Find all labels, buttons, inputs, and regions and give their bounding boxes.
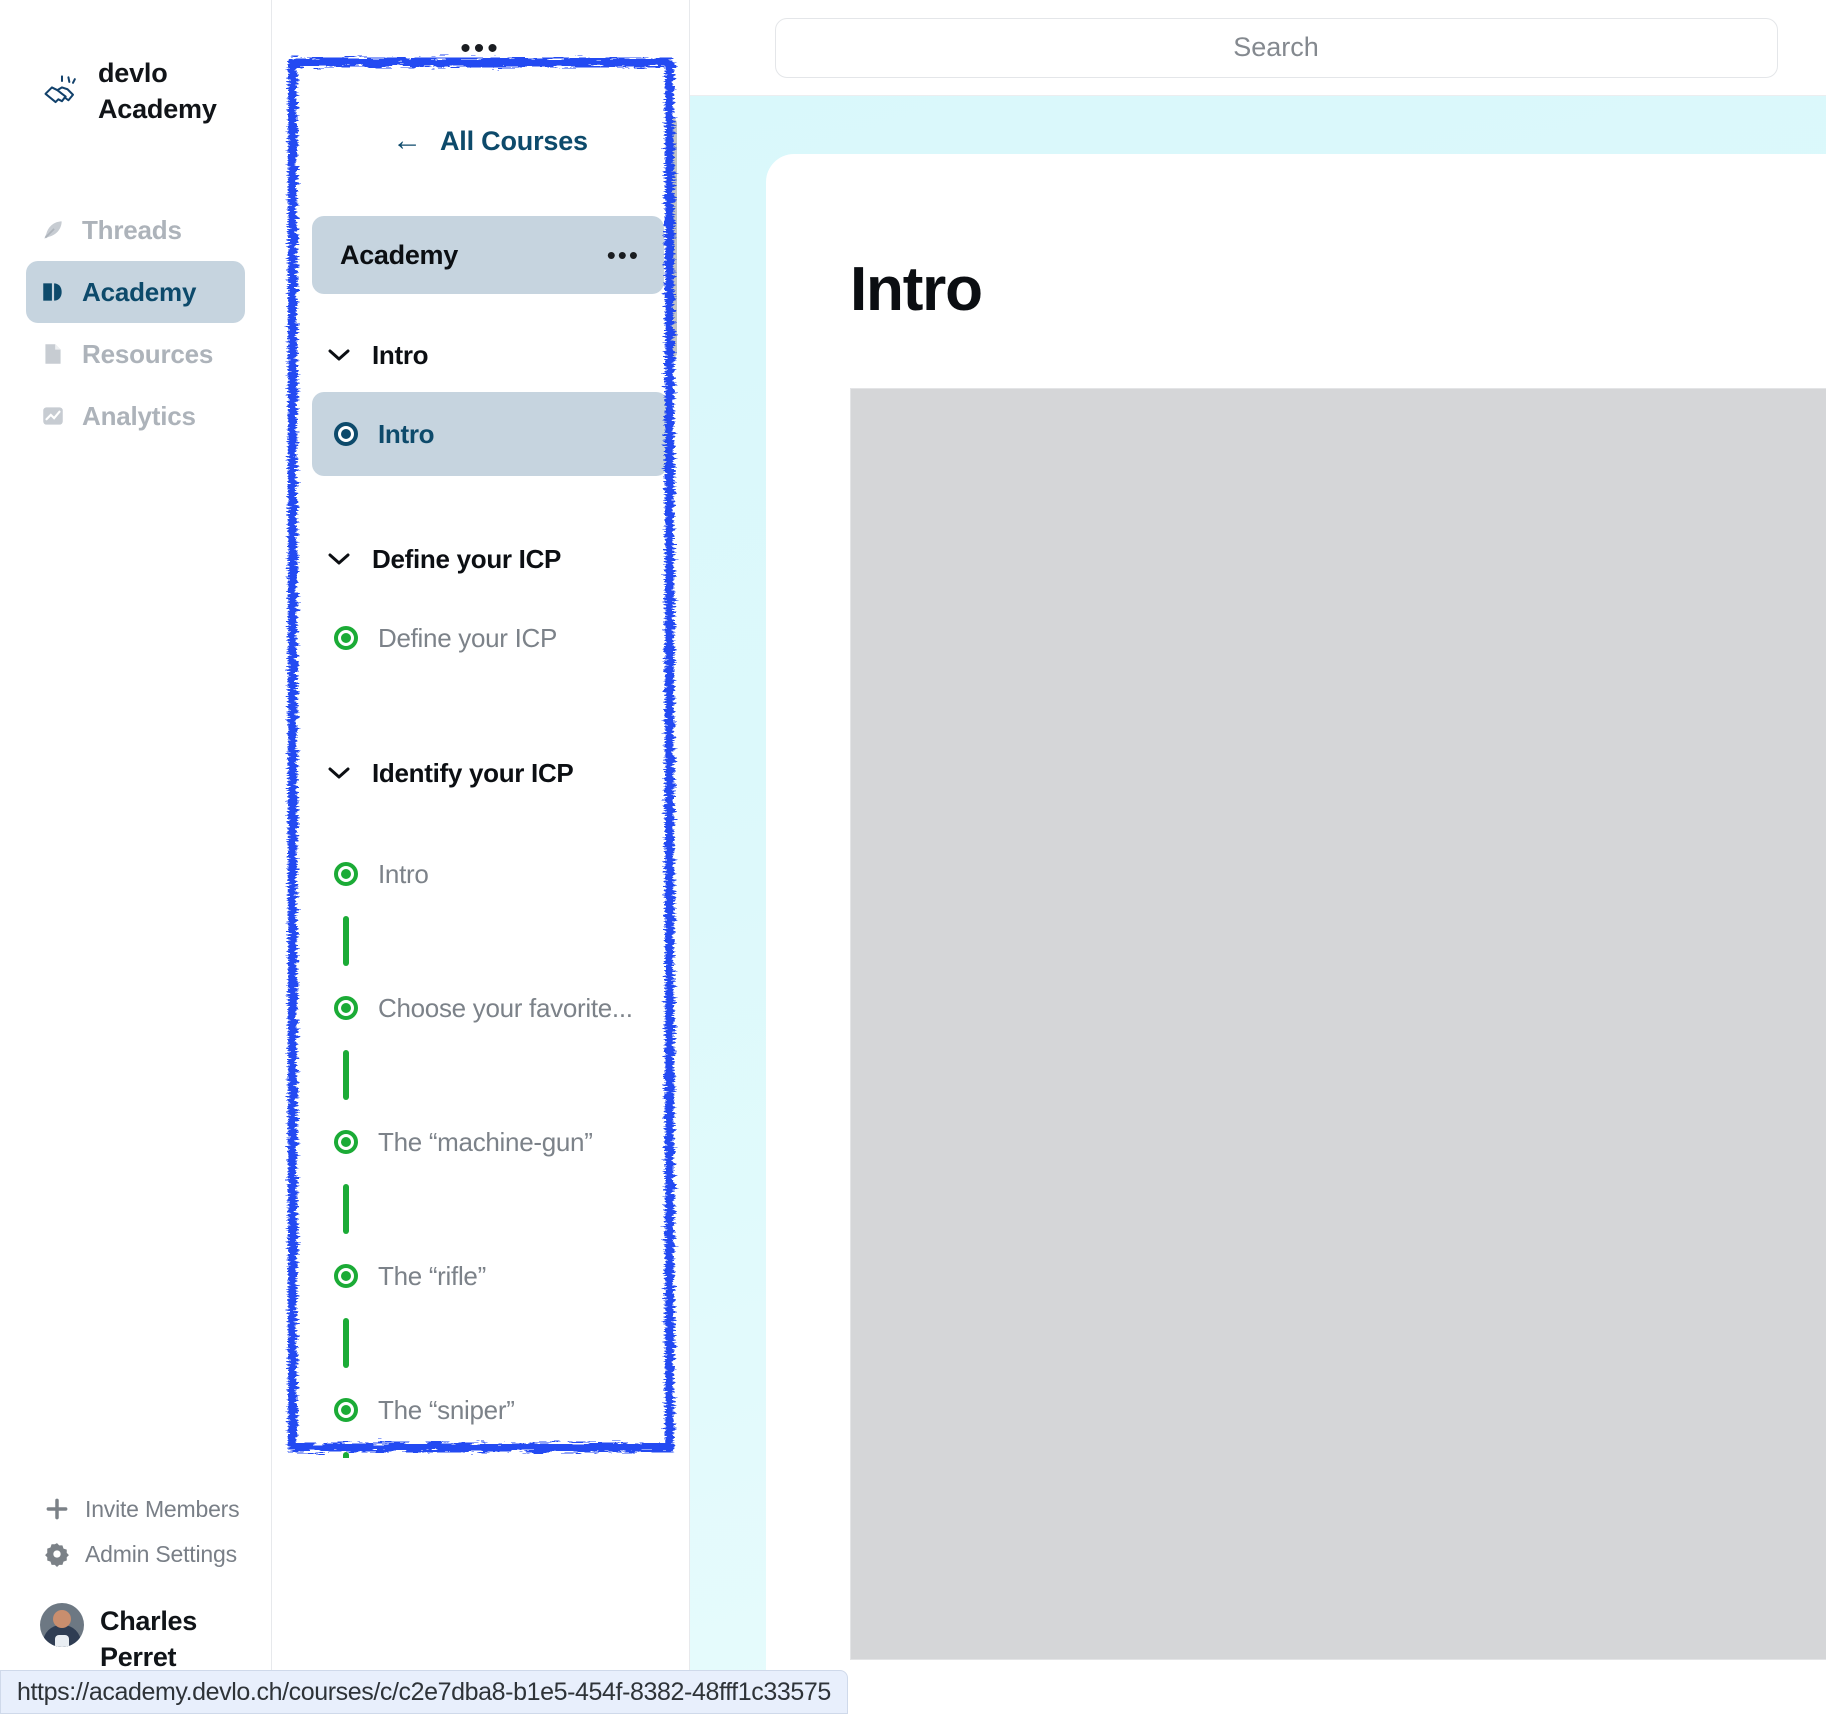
user-name: Charles Perret [100, 1605, 197, 1673]
module-header[interactable]: Intro [312, 318, 668, 392]
document-icon [45, 344, 61, 364]
invite-members-label: Invite Members [85, 1495, 240, 1522]
search-input[interactable]: Search [774, 17, 1778, 78]
lesson-label: Choose your favorite... [378, 992, 633, 1023]
brand-name: devlo Academy [98, 58, 217, 124]
user-profile[interactable]: Charles Perret [0, 1577, 270, 1676]
sidebar-item-label: Academy [82, 276, 197, 307]
sidebar-item-label: Resources [82, 338, 214, 369]
lesson-item[interactable]: Choose your favorite... [312, 966, 668, 1050]
course-navigation-panel: ••• ← All Courses Academy ••• Intro Intr… [272, 0, 690, 1714]
lesson-card: Intro [766, 154, 1826, 1714]
lesson-label: The “machine-gun” [378, 1126, 593, 1157]
feather-icon [44, 221, 62, 239]
sidebar-item-label: Threads [82, 214, 182, 245]
all-courses-link[interactable]: ← All Courses [312, 66, 668, 216]
chevron-down-icon [328, 349, 350, 361]
book-icon [43, 283, 62, 301]
sidebar-item-threads[interactable]: Threads [26, 199, 245, 261]
chart-image-icon [43, 407, 63, 425]
module-define-your-icp: Define your ICP Define your ICP [312, 522, 668, 680]
progress-connector [343, 916, 349, 966]
admin-settings-label: Admin Settings [85, 1540, 237, 1567]
lesson-item[interactable]: Define your ICP [312, 596, 668, 680]
chevron-down-icon [328, 767, 350, 779]
lesson-item[interactable]: The “sniper” [312, 1368, 668, 1452]
course-title-row[interactable]: Academy ••• [312, 216, 664, 294]
primary-sidebar: devlo Academy Threads Academy Resources … [0, 0, 272, 1714]
lesson-status-icon [334, 422, 358, 446]
page-title: Intro [850, 255, 983, 324]
module-identify-your-icp: Identify your ICP Intro Choose your favo… [312, 736, 668, 1458]
progress-connector [343, 1318, 349, 1368]
top-bar: Search [690, 0, 1826, 96]
module-title: Define your ICP [372, 543, 562, 574]
lesson-label: Intro [378, 418, 435, 449]
lesson-label: Intro [378, 858, 429, 889]
application-window: devlo Academy Threads Academy Resources … [0, 0, 1826, 1714]
module-header[interactable]: Identify your ICP [312, 736, 668, 810]
main-content: Search Intro [690, 0, 1826, 1714]
lesson-media-placeholder [850, 388, 1826, 1660]
lesson-label: The “rifle” [378, 1260, 486, 1291]
progress-connector [343, 1452, 349, 1458]
progress-connector [343, 1184, 349, 1234]
sidebar-item-academy[interactable]: Academy [26, 261, 245, 324]
arrow-left-icon: ← [392, 124, 422, 157]
lesson-status-icon [334, 1398, 358, 1422]
brand-logo[interactable]: devlo Academy [0, 0, 271, 127]
lesson-canvas: Intro [690, 96, 1826, 1714]
status-bar-url: https://academy.devlo.ch/courses/c/c2e7d… [0, 1670, 848, 1714]
module-intro: Intro Intro [312, 318, 668, 476]
sidebar-nav: Threads Academy Resources Analytics [0, 199, 271, 447]
sidebar-item-label: Analytics [82, 400, 196, 431]
all-courses-label: All Courses [439, 125, 588, 156]
lesson-label: Define your ICP [378, 622, 558, 653]
admin-settings-button[interactable]: Admin Settings [0, 1532, 270, 1577]
sidebar-item-resources[interactable]: Resources [26, 323, 245, 385]
course-outline: ← All Courses Academy ••• Intro Intro De… [284, 66, 674, 1458]
chevron-down-icon [328, 553, 350, 565]
progress-connector [343, 1050, 349, 1100]
plus-icon [46, 1498, 68, 1520]
course-panel-scrollbar[interactable] [667, 118, 677, 358]
lesson-status-icon [334, 996, 358, 1020]
course-menu-icon[interactable]: ••• [607, 242, 640, 268]
module-title: Intro [372, 339, 429, 370]
sidebar-item-analytics[interactable]: Analytics [26, 385, 245, 447]
lesson-status-icon [334, 626, 358, 650]
panel-overflow-dots[interactable]: ••• [460, 34, 501, 64]
avatar [40, 1602, 84, 1647]
invite-members-button[interactable]: Invite Members [0, 1487, 270, 1532]
lesson-item[interactable]: Intro [312, 832, 668, 916]
module-title: Identify your ICP [372, 757, 574, 788]
course-title: Academy [340, 239, 458, 270]
lesson-item[interactable]: The “machine-gun” [312, 1100, 668, 1184]
lesson-status-icon [334, 1130, 358, 1154]
lesson-status-icon [334, 862, 358, 886]
lesson-status-icon [334, 1264, 358, 1288]
gear-icon [45, 1543, 69, 1568]
module-header[interactable]: Define your ICP [312, 522, 668, 596]
lesson-label: The “sniper” [378, 1394, 515, 1425]
lesson-item[interactable]: The “rifle” [312, 1234, 668, 1318]
handshake-icon [44, 75, 76, 103]
lesson-item[interactable]: Intro [312, 392, 668, 476]
